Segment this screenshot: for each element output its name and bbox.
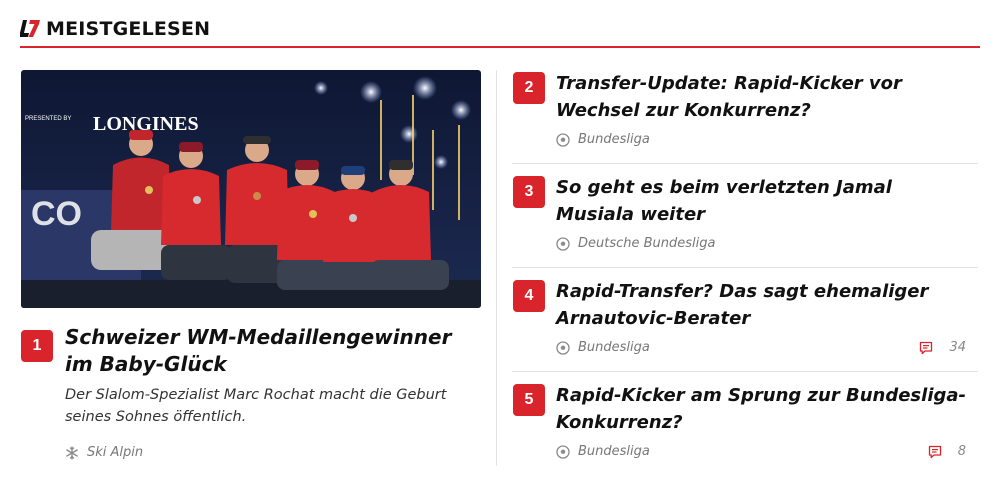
soccer-ball-icon [556, 236, 570, 251]
section-header: MEISTGELESEN [20, 18, 980, 48]
hero-title[interactable]: Schweizer WM-Medaillengewinner im Baby-G… [65, 324, 485, 378]
brand-logo[interactable] [20, 18, 40, 40]
column-divider [496, 70, 497, 466]
article-title[interactable]: Transfer-Update: Rapid-Kicker vor Wechse… [556, 70, 976, 124]
list-item[interactable]: 5 Rapid-Kicker am Sprung zur Bundesliga-… [512, 372, 978, 476]
article-category[interactable]: Bundesliga [556, 340, 650, 355]
article-title[interactable]: Rapid-Transfer? Das sagt ehemaliger Arna… [556, 278, 976, 332]
comment-icon [928, 445, 942, 459]
rank-badge: 1 [21, 330, 53, 362]
rank-badge: 2 [513, 72, 545, 104]
soccer-ball-icon [556, 132, 570, 147]
article-category[interactable]: Deutsche Bundesliga [556, 236, 716, 251]
category-label: Bundesliga [578, 340, 650, 355]
section-title: MEISTGELESEN [46, 18, 211, 40]
category-label: Deutsche Bundesliga [578, 236, 716, 251]
soccer-ball-icon [556, 340, 570, 355]
ranked-list: 2 Transfer-Update: Rapid-Kicker vor Wech… [512, 60, 978, 476]
article-title[interactable]: Rapid-Kicker am Sprung zur Bundesliga-Ko… [556, 382, 976, 436]
snowflake-icon [65, 445, 79, 460]
article-category[interactable]: Bundesliga [556, 132, 650, 147]
soccer-ball-icon [556, 444, 570, 459]
rank-badge: 4 [513, 280, 545, 312]
hero-article[interactable]: CO PRESENTED BY LONGINES 1 Schweizer WM-… [21, 70, 481, 460]
comment-count-value: 34 [949, 340, 966, 355]
rank-badge: 3 [513, 176, 545, 208]
rank-badge: 5 [513, 384, 545, 416]
hero-headline-row[interactable]: 1 Schweizer WM-Medaillengewinner im Baby… [21, 324, 481, 380]
category-label: Ski Alpin [87, 445, 144, 460]
comment-count-value: 8 [957, 444, 966, 459]
comment-count[interactable]: 8 [928, 444, 966, 459]
comment-count[interactable]: 34 [919, 340, 966, 355]
l7-logo-icon [20, 20, 40, 37]
sponsor-label: PRESENTED BY [25, 116, 71, 122]
comment-icon [919, 341, 933, 355]
hero-category[interactable]: Ski Alpin [65, 445, 143, 460]
hero-teaser: Der Slalom-Spezialist Marc Rochat macht … [65, 387, 447, 425]
list-item[interactable]: 2 Transfer-Update: Rapid-Kicker vor Wech… [512, 60, 978, 164]
article-category[interactable]: Bundesliga [556, 444, 650, 459]
svg-text:CO: CO [31, 195, 82, 233]
category-label: Bundesliga [578, 132, 650, 147]
article-title[interactable]: So geht es beim verletzten Jamal Musiala… [556, 174, 976, 228]
category-label: Bundesliga [578, 444, 650, 459]
list-item[interactable]: 4 Rapid-Transfer? Das sagt ehemaliger Ar… [512, 268, 978, 372]
hero-image[interactable]: CO PRESENTED BY LONGINES [21, 70, 481, 308]
list-item[interactable]: 3 So geht es beim verletzten Jamal Musia… [512, 164, 978, 268]
